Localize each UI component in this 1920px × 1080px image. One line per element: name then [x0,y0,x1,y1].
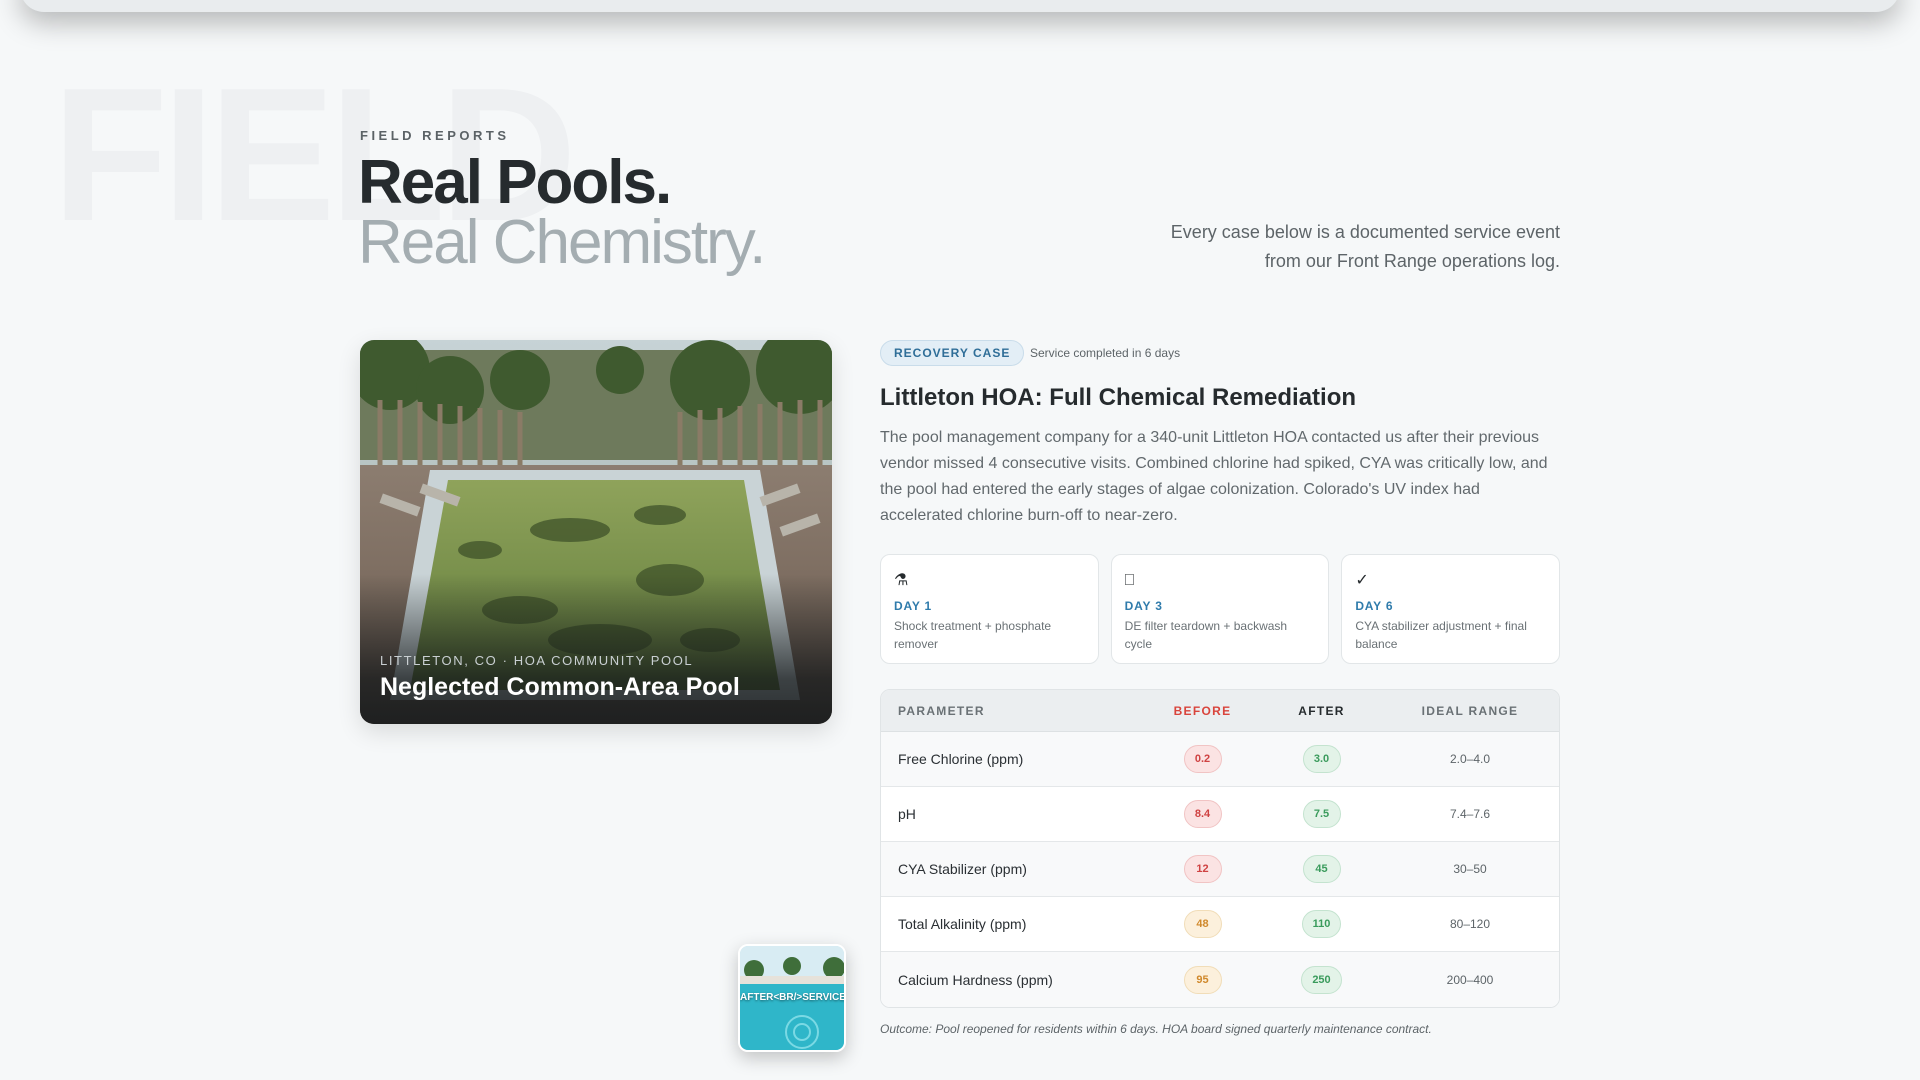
case-type-badge: RECOVERY CASE [880,340,1025,366]
photo-title: Neglected Common-Area Pool [380,673,740,701]
treatment-timeline: ⚗ DAY 1 Shock treatment + phosphate remo… [880,554,1561,664]
thumbnail-label: AFTER<BR/>SERVICE [740,992,846,1003]
timeline-step-day-1: ⚗ DAY 1 Shock treatment + phosphate remo… [880,554,1099,664]
photo-location: LITTLETON, CO · HOA COMMUNITY POOL [380,653,694,668]
step-day-label: DAY 3 [1124,599,1163,613]
ideal-range: 2.0–4.0 [1449,752,1491,766]
column-header-before: BEFORE [1173,703,1232,718]
before-value: 95 [1183,965,1222,994]
page-title: Real Pools. [358,148,672,217]
parameter-name: CYA Stabilizer (ppm) [898,861,1027,877]
service-duration: Service completed in 6 days [1030,346,1181,360]
after-service-thumbnail[interactable]: AFTER<BR/>SERVICE [738,944,846,1052]
before-value: 12 [1183,855,1222,883]
parameter-name: Free Chlorine (ppm) [898,751,1024,767]
parameter-name: Calcium Hardness (ppm) [898,971,1053,988]
table-row: pH 8.4 7.5 7.4–7.6 [881,787,1559,842]
ideal-range: 80–120 [1449,917,1491,931]
table-row: CYA Stabilizer (ppm) 12 45 30–50 [881,842,1559,897]
intro-text: Every case below is a documented service… [1170,222,1560,271]
page-subtitle: Real Chemistry. [358,208,766,277]
after-value: 110 [1301,910,1342,938]
before-value: 8.4 [1183,800,1222,828]
filter-icon: ⎕ [1124,572,1135,589]
check-icon: ✓ [1355,572,1369,589]
column-header-ideal-range: IDEAL RANGE [1421,703,1519,718]
after-value: 45 [1302,855,1341,883]
ideal-range: 200–400 [1446,972,1494,987]
case-title: Littleton HOA: Full Chemical Remediation [880,384,1357,411]
parameter-name: pH [898,806,916,822]
flask-icon: ⚗ [894,572,909,589]
ideal-range: 30–50 [1453,862,1487,876]
before-value: 48 [1183,910,1222,938]
step-description: Shock treatment + phosphate remover [894,619,1052,651]
step-description: DE filter teardown + backwash cycle [1124,619,1288,651]
timeline-step-day-6: ✓ DAY 6 CYA stabilizer adjustment + fina… [1341,554,1561,664]
after-value: 7.5 [1302,800,1341,828]
timeline-step-day-3: ⎕ DAY 3 DE filter teardown + backwash cy… [1110,554,1330,664]
after-value: 250 [1301,965,1342,994]
table-row: Free Chlorine (ppm) 0.2 3.0 2.0–4.0 [881,732,1559,787]
after-value: 3.0 [1302,745,1341,773]
top-nav-shadow [20,0,1900,12]
case-photo-card[interactable]: LITTLETON, CO · HOA COMMUNITY POOL Negle… [360,340,832,724]
before-value: 0.2 [1183,745,1222,773]
step-day-label: DAY 6 [1355,599,1394,613]
chemistry-comparison-table: PARAMETER BEFORE AFTER IDEAL RANGE Free … [880,689,1560,1008]
table-row: Total Alkalinity (ppm) 48 110 80–120 [881,897,1559,952]
parameter-name: Total Alkalinity (ppm) [898,916,1027,932]
column-header-parameter: PARAMETER [898,703,985,718]
case-outcome: Outcome: Pool reopened for residents wit… [880,1022,1432,1036]
step-day-label: DAY 1 [894,599,933,613]
column-header-after: AFTER [1298,703,1345,718]
case-description: The pool management company for a 340-un… [880,429,1548,524]
step-description: CYA stabilizer adjustment + final balanc… [1355,619,1527,651]
table-header-row: PARAMETER BEFORE AFTER IDEAL RANGE [881,690,1559,732]
section-eyebrow: FIELD REPORTS [360,128,510,143]
ideal-range: 7.4–7.6 [1449,807,1491,821]
table-row: Calcium Hardness (ppm) 95 250 200–400 [881,952,1559,1007]
